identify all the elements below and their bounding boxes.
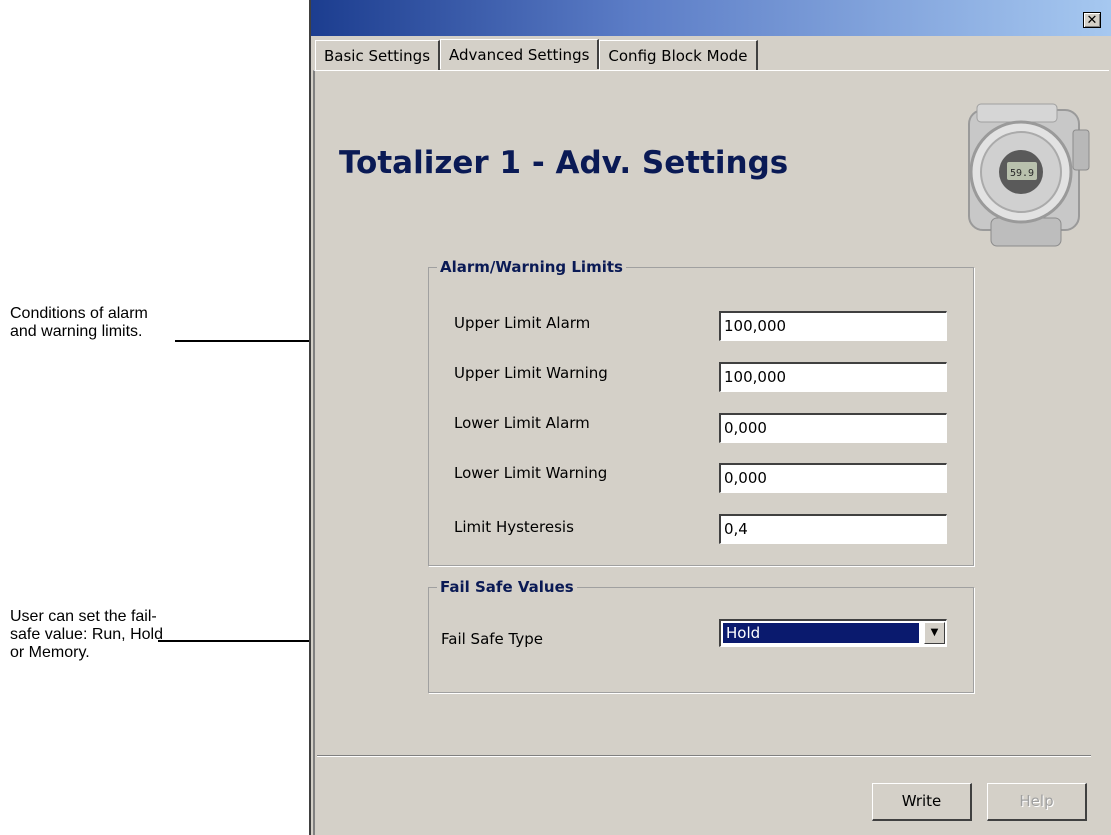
device-display-value: 59.9 bbox=[1010, 168, 1034, 179]
page-title: Totalizer 1 - Adv. Settings bbox=[339, 145, 789, 181]
limit-hysteresis-label: Limit Hysteresis bbox=[454, 518, 574, 536]
lower-limit-alarm-label: Lower Limit Alarm bbox=[454, 414, 590, 432]
write-button[interactable]: Write bbox=[872, 783, 972, 821]
help-button[interactable]: Help bbox=[987, 783, 1087, 821]
fail-safe-type-selected: Hold bbox=[722, 622, 920, 644]
close-button[interactable]: ✕ bbox=[1083, 12, 1101, 28]
lower-limit-alarm-field[interactable]: 0,000 bbox=[719, 413, 947, 443]
limit-hysteresis-field[interactable]: 0,4 bbox=[719, 514, 947, 544]
lower-limit-warning-field[interactable]: 0,000 bbox=[719, 463, 947, 493]
transmitter-device-image: 59.9 bbox=[968, 103, 1090, 247]
settings-window: ✕ Basic Settings Advanced Settings Confi… bbox=[309, 0, 1111, 835]
tab-config-block-mode[interactable]: Config Block Mode bbox=[599, 40, 758, 70]
annotation-failsafe: User can set the fail-safe value: Run, H… bbox=[10, 608, 163, 661]
tab-strip: Basic Settings Advanced Settings Config … bbox=[315, 39, 758, 70]
tab-advanced-settings[interactable]: Advanced Settings bbox=[440, 39, 600, 69]
tab-basic-settings[interactable]: Basic Settings bbox=[315, 40, 441, 70]
fail-safe-type-label: Fail Safe Type bbox=[441, 630, 543, 648]
upper-limit-alarm-field[interactable]: 100,000 bbox=[719, 311, 947, 341]
fail-safe-type-dropdown[interactable]: Hold ▼ bbox=[719, 619, 947, 647]
annotation-limits: Conditions of alarm and warning limits. bbox=[10, 305, 148, 340]
chevron-down-icon[interactable]: ▼ bbox=[924, 622, 945, 644]
lower-limit-warning-label: Lower Limit Warning bbox=[454, 464, 608, 482]
footer-separator bbox=[317, 755, 1091, 757]
upper-limit-alarm-label: Upper Limit Alarm bbox=[454, 314, 591, 332]
close-icon: ✕ bbox=[1086, 13, 1098, 28]
upper-limit-warning-field[interactable]: 100,000 bbox=[719, 362, 947, 392]
title-bar: ✕ bbox=[311, 0, 1111, 36]
alarm-warning-limits-legend: Alarm/Warning Limits bbox=[440, 258, 623, 276]
fail-safe-values-legend: Fail Safe Values bbox=[440, 578, 574, 596]
upper-limit-warning-label: Upper Limit Warning bbox=[454, 364, 608, 382]
